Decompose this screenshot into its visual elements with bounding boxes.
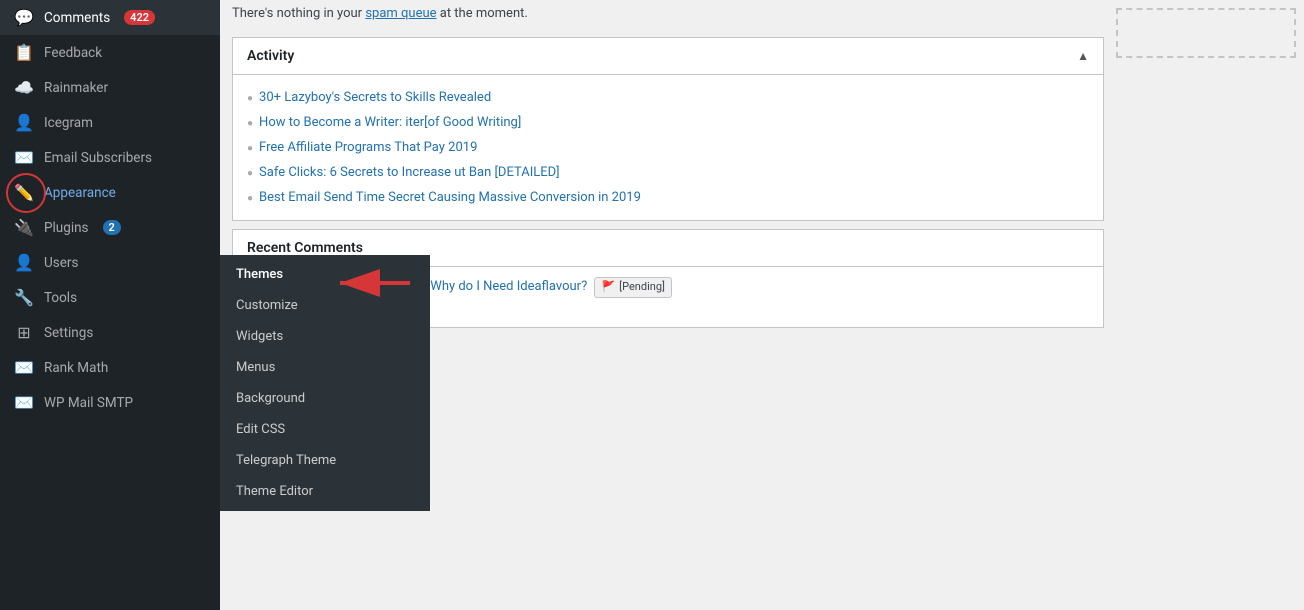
activity-dot: ● <box>247 118 253 129</box>
activity-panel-body: ● 30+ Lazyboy's Secrets to Skills Reveal… <box>233 75 1103 220</box>
sidebar: 💬 Comments 422 📋 Feedback ☁️ Rainmaker 👤… <box>0 0 220 610</box>
pending-label: [Pending] <box>619 279 665 296</box>
appearance-dropdown: Themes Customize Widgets Menus Backgroun… <box>220 255 430 511</box>
sidebar-item-label: Rank Math <box>44 360 108 376</box>
activity-dot: ● <box>247 168 253 179</box>
dropdown-item-background[interactable]: Background <box>220 383 430 414</box>
sidebar-item-wp-mail-smtp[interactable]: ✉️ WP Mail SMTP <box>0 385 220 420</box>
comments-icon: 💬 <box>14 8 34 27</box>
wp-mail-smtp-icon: ✉️ <box>14 393 34 412</box>
list-item: ● Best Email Send Time Secret Causing Ma… <box>247 185 1089 210</box>
activity-dot: ● <box>247 143 253 154</box>
spam-queue-text: There's nothing in your spam queue at th… <box>220 0 1116 29</box>
sidebar-item-tools[interactable]: 🔧 Tools <box>0 280 220 315</box>
activity-link[interactable]: Free Affiliate Programs That Pay 2019 <box>259 140 477 155</box>
sidebar-item-label: Icegram <box>44 115 93 131</box>
activity-link[interactable]: Safe Clicks: 6 Secrets to Increase ut Ba… <box>259 165 560 180</box>
flag-icon: 🚩 <box>601 279 615 296</box>
sidebar-item-label: Users <box>44 255 78 271</box>
activity-panel: Activity ▲ ● 30+ Lazyboy's Secrets to Sk… <box>232 37 1104 221</box>
dropdown-item-themes[interactable]: Themes <box>220 259 430 290</box>
list-item: ● How to Become a Writer: iter[of Good W… <box>247 110 1089 135</box>
sidebar-item-rainmaker[interactable]: ☁️ Rainmaker <box>0 70 220 105</box>
email-subscribers-icon: ✉️ <box>14 148 34 167</box>
sidebar-item-label: Plugins <box>44 220 89 236</box>
pending-badge: 🚩 [Pending] <box>594 277 671 298</box>
list-item: ● Safe Clicks: 6 Secrets to Increase ut … <box>247 160 1089 185</box>
dropdown-item-telegraph-theme[interactable]: Telegraph Theme <box>220 445 430 476</box>
activity-dot: ● <box>247 193 253 204</box>
list-item: ● Free Affiliate Programs That Pay 2019 <box>247 135 1089 160</box>
icegram-icon: 👤 <box>14 113 34 132</box>
sidebar-item-label: WP Mail SMTP <box>44 395 133 411</box>
dropdown-item-theme-editor[interactable]: Theme Editor <box>220 476 430 507</box>
sidebar-item-feedback[interactable]: 📋 Feedback <box>0 35 220 70</box>
dropdown-item-widgets[interactable]: Widgets <box>220 321 430 352</box>
feedback-icon: 📋 <box>14 43 34 62</box>
sidebar-item-email-subscribers[interactable]: ✉️ Email Subscribers <box>0 140 220 175</box>
sidebar-item-plugins[interactable]: 🔌 Plugins 2 <box>0 210 220 245</box>
plugins-icon: 🔌 <box>14 218 34 237</box>
dropdown-item-customize[interactable]: Customize <box>220 290 430 321</box>
sidebar-item-comments[interactable]: 💬 Comments 422 <box>0 0 220 35</box>
list-item: ● 30+ Lazyboy's Secrets to Skills Reveal… <box>247 85 1089 110</box>
tools-icon: 🔧 <box>14 288 34 307</box>
activity-link[interactable]: Best Email Send Time Secret Causing Mass… <box>259 190 641 205</box>
activity-panel-header: Activity ▲ <box>233 38 1103 75</box>
sidebar-item-label: Rainmaker <box>44 80 108 96</box>
dropdown-item-edit-css[interactable]: Edit CSS <box>220 414 430 445</box>
sidebar-item-label: Feedback <box>44 45 102 61</box>
activity-link[interactable]: 30+ Lazyboy's Secrets to Skills Revealed <box>259 90 491 105</box>
spam-queue-link[interactable]: spam queue <box>365 6 436 21</box>
rainmaker-icon: ☁️ <box>14 78 34 97</box>
comments-badge: 422 <box>124 10 155 25</box>
sidebar-item-label: Comments <box>44 10 110 26</box>
sidebar-item-label: Tools <box>44 290 77 306</box>
sidebar-item-label: Email Subscribers <box>44 150 152 166</box>
users-icon: 👤 <box>14 253 34 272</box>
rank-math-icon: ✉️ <box>14 358 34 377</box>
sidebar-item-rank-math[interactable]: ✉️ Rank Math <box>0 350 220 385</box>
settings-icon: ⊞ <box>14 323 34 342</box>
activity-link[interactable]: How to Become a Writer: iter[of Good Wri… <box>259 115 521 130</box>
appearance-icon: ✏️ <box>14 183 34 202</box>
sidebar-item-appearance[interactable]: ✏️ Appearance <box>0 175 220 210</box>
activity-title: Activity <box>247 48 294 64</box>
activity-dot: ● <box>247 93 253 104</box>
comment-post-link[interactable]: Why do I Need Ideaflavour? <box>430 279 587 294</box>
sidebar-item-label: Appearance <box>44 185 116 201</box>
sidebar-item-settings[interactable]: ⊞ Settings <box>0 315 220 350</box>
plugins-badge: 2 <box>103 220 121 235</box>
sidebar-item-label: Settings <box>44 325 93 341</box>
sidebar-item-users[interactable]: 👤 Users <box>0 245 220 280</box>
dropdown-item-menus[interactable]: Menus <box>220 352 430 383</box>
activity-toggle[interactable]: ▲ <box>1077 49 1089 63</box>
sidebar-item-icegram[interactable]: 👤 Icegram <box>0 105 220 140</box>
activity-list: ● 30+ Lazyboy's Secrets to Skills Reveal… <box>233 85 1103 210</box>
right-dashed-panel <box>1116 8 1296 58</box>
